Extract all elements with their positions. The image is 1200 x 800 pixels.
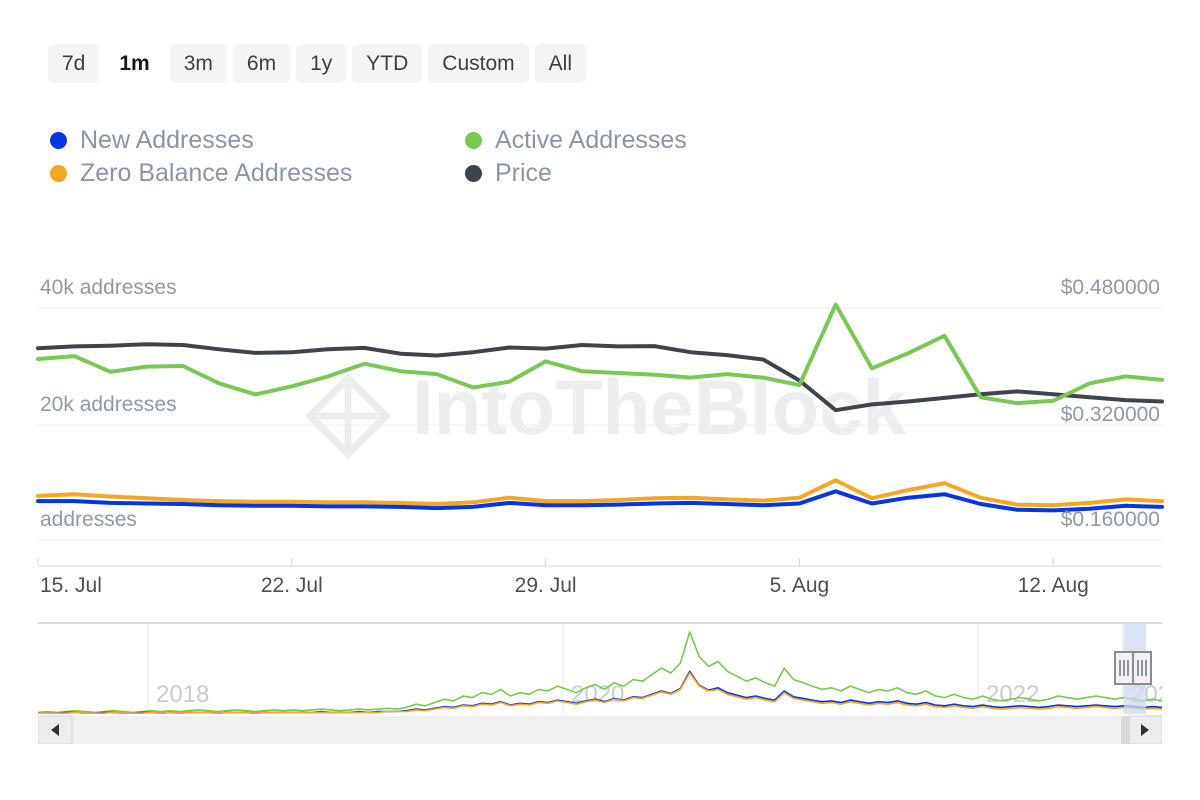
price-axis-tick-label: $0.160000 — [1061, 508, 1160, 531]
y-axis-tick-label: addresses — [40, 508, 137, 531]
range-button-ytd[interactable]: YTD — [352, 44, 423, 83]
navigator-handle-left[interactable] — [1114, 651, 1134, 685]
y-axis-tick-label: 40k addresses — [40, 276, 177, 299]
legend-item-active-addresses[interactable]: Active Addresses — [465, 128, 810, 153]
range-button-7d[interactable]: 7d — [48, 44, 100, 83]
x-axis-tick-label: 5. Aug — [770, 574, 830, 597]
range-button-custom[interactable]: Custom — [428, 44, 529, 83]
legend-item-label: Price — [495, 159, 552, 187]
legend-item-new-addresses[interactable]: New Addresses — [50, 128, 465, 153]
scroll-left-icon[interactable] — [38, 715, 73, 744]
x-axis-tick-label: 15. Jul — [40, 574, 102, 597]
navigator-canvas: 2018202020222024 — [38, 622, 1162, 744]
range-selector: 7d 1m 3m 6m 1y YTD Custom All — [48, 44, 586, 83]
main-chart[interactable]: IntoTheBlock 40k addresses 20k addresses a… — [0, 258, 1200, 598]
series-line-zero-balance-addresses — [36, 478, 1164, 508]
legend-color-dot — [465, 165, 482, 182]
legend-item-label: New Addresses — [80, 126, 254, 154]
price-axis-labels: $0.480000 $0.320000 $0.160000 — [1061, 276, 1160, 531]
navigator-year-label: 2018 — [156, 681, 209, 708]
y-axis-tick-label: 20k addresses — [40, 393, 177, 416]
x-axis-tick-label: 22. Jul — [261, 574, 323, 597]
scroll-right-icon[interactable] — [1127, 715, 1162, 744]
x-axis-tick-label: 29. Jul — [515, 574, 577, 597]
legend-item-price[interactable]: Price — [465, 161, 810, 186]
legend-item-label: Zero Balance Addresses — [80, 159, 353, 187]
range-button-3m[interactable]: 3m — [169, 44, 227, 83]
chart-canvas: IntoTheBlock 40k addresses 20k addresses a… — [36, 276, 1164, 597]
navigator-scrollbar-thumb[interactable] — [1121, 716, 1130, 744]
legend-item-label: Active Addresses — [495, 126, 687, 154]
watermark: IntoTheBlock — [305, 363, 907, 459]
navigator-top-border — [38, 622, 1162, 624]
range-button-1m[interactable]: 1m — [105, 44, 163, 83]
range-button-1y[interactable]: 1y — [296, 44, 347, 83]
legend-color-dot — [465, 132, 482, 149]
navigator-scrollbar-track[interactable] — [38, 716, 1162, 744]
legend-color-dot — [50, 165, 67, 182]
x-axis-labels: 15. Jul 22. Jul 29. Jul 5. Aug 12. Aug — [40, 574, 1089, 597]
y-axis-labels: 40k addresses 20k addresses addresses — [40, 276, 177, 531]
navigator-year-label: 2022 — [986, 681, 1039, 708]
navigator-year-labels: 2018202020222024 — [156, 681, 1162, 708]
chart-navigator[interactable]: 2018202020222024 — [38, 622, 1162, 744]
price-axis-tick-label: $0.320000 — [1061, 403, 1160, 426]
range-button-all[interactable]: All — [534, 44, 586, 83]
hexagon-logo-icon — [305, 373, 391, 459]
x-axis-tick-label: 12. Aug — [1018, 574, 1089, 597]
price-axis-tick-label: $0.480000 — [1061, 276, 1160, 299]
legend-color-dot — [50, 132, 67, 149]
chart-legend: New Addresses Active Addresses Zero Balanc… — [50, 128, 810, 186]
navigator-handle-right[interactable] — [1132, 651, 1152, 685]
range-button-6m[interactable]: 6m — [232, 44, 291, 83]
legend-item-zero-balance-addresses[interactable]: Zero Balance Addresses — [50, 161, 465, 186]
navigator-gridlines — [147, 624, 1124, 714]
